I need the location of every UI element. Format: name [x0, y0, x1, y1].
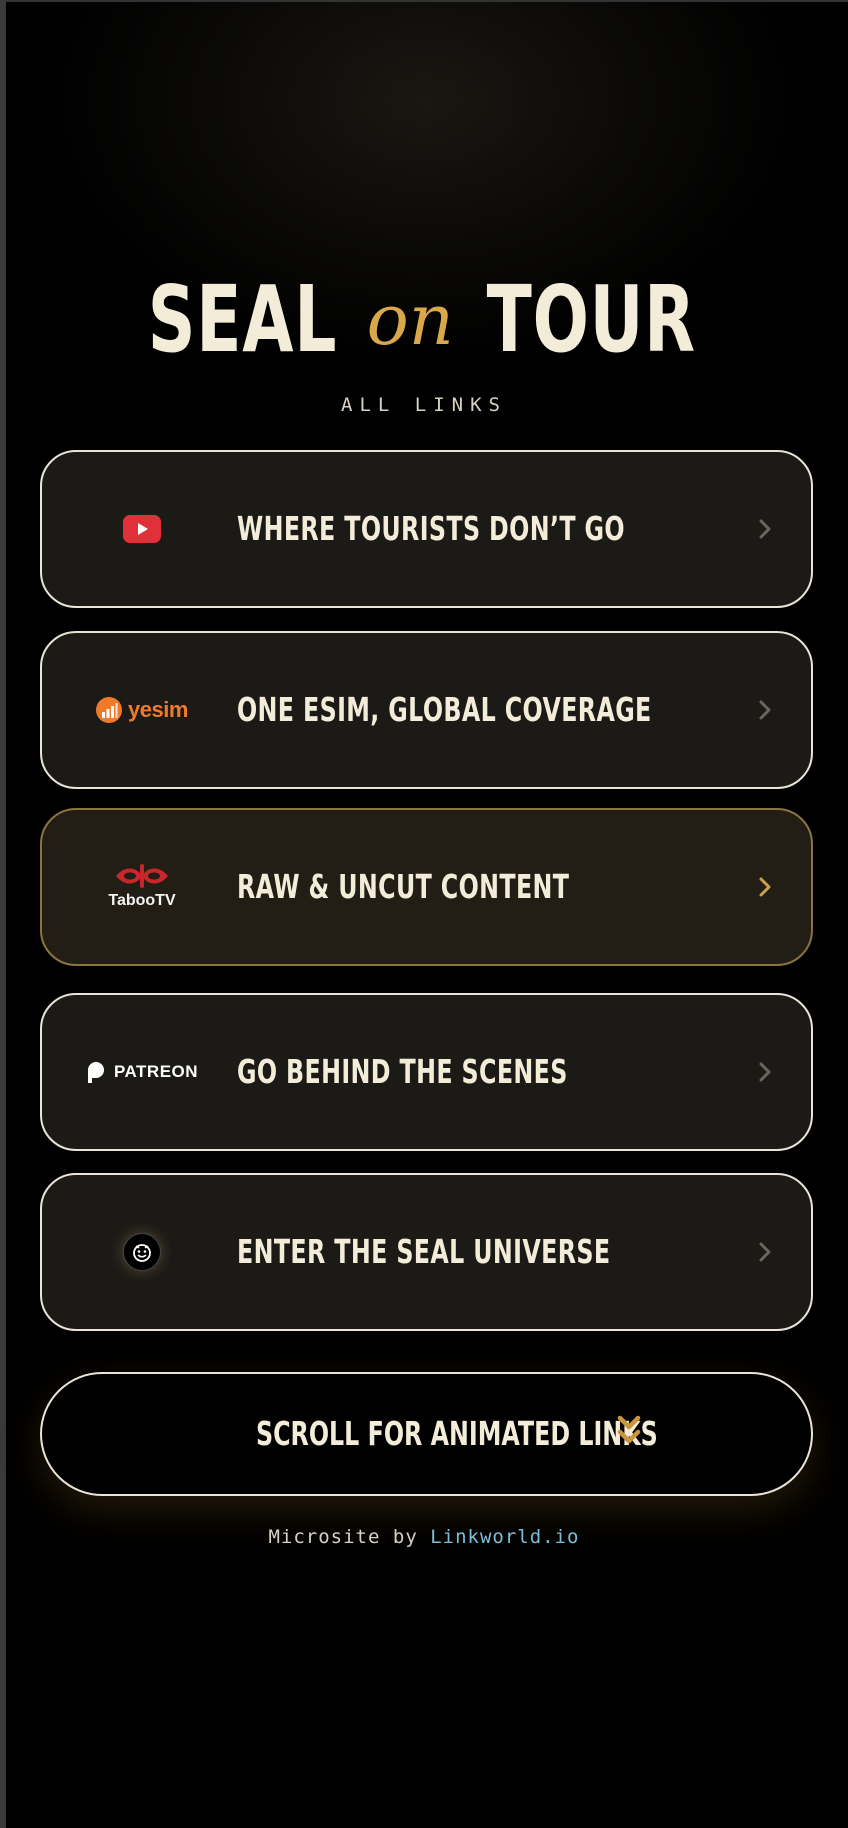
taboo-tv-logo: TabooTV — [82, 810, 202, 964]
link-card-taboo-tv[interactable]: TabooTV RAW & UNCUT CONTENT — [40, 808, 813, 966]
chevron-right-icon — [747, 1234, 783, 1270]
footer-credit: Microsite by Linkworld.io — [0, 1526, 848, 1548]
page-subtitle: ALL LINKS — [341, 394, 507, 416]
yesim-logo-text: yesim — [128, 697, 188, 722]
chevron-right-icon — [747, 1054, 783, 1090]
taboo-mask-icon — [116, 864, 168, 888]
link-label: ENTER THE SEAL UNIVERSE — [237, 1232, 611, 1271]
yesim-signal-icon — [96, 697, 123, 723]
seal-face-icon — [123, 1233, 161, 1271]
title-seal: SEAL — [148, 266, 338, 373]
link-card-youtube[interactable]: WHERE TOURISTS DON’T GO — [40, 450, 813, 608]
link-card-patreon[interactable]: PATREON GO BEHIND THE SCENES — [40, 993, 813, 1151]
double-chevron-down-icon — [617, 1415, 641, 1444]
scroll-button-label: SCROLL FOR ANIMATED LINKS — [256, 1414, 658, 1453]
link-label: RAW & UNCUT CONTENT — [237, 867, 570, 906]
top-border — [0, 0, 848, 2]
link-label: WHERE TOURISTS DON’T GO — [237, 509, 625, 548]
taboo-logo-text: TabooTV — [108, 892, 176, 909]
link-card-seal-universe[interactable]: ENTER THE SEAL UNIVERSE — [40, 1173, 813, 1331]
chevron-right-icon — [747, 511, 783, 547]
title-on: on — [366, 279, 454, 361]
title-tour: TOUR — [486, 266, 697, 373]
footer-prefix: Microsite by — [268, 1526, 418, 1548]
chevron-right-icon — [747, 692, 783, 728]
link-card-yesim[interactable]: yesim ONE ESIM, GLOBAL COVERAGE — [40, 631, 813, 789]
linkworld-link[interactable]: Linkworld.io — [430, 1526, 579, 1548]
page-title: SEAL on TOUR — [0, 270, 848, 370]
seal-universe-logo — [82, 1175, 202, 1329]
patreon-logo-text: PATREON — [113, 1062, 199, 1081]
patreon-logo: PATREON — [82, 995, 202, 1149]
scroll-animated-links-button[interactable]: SCROLL FOR ANIMATED LINKS — [40, 1372, 813, 1496]
link-label: GO BEHIND THE SCENES — [237, 1052, 568, 1091]
yesim-logo: yesim — [82, 633, 202, 787]
chevron-right-icon — [747, 869, 783, 905]
patreon-icon — [87, 1062, 104, 1083]
youtube-icon — [82, 452, 202, 606]
link-label: ONE ESIM, GLOBAL COVERAGE — [237, 690, 652, 729]
